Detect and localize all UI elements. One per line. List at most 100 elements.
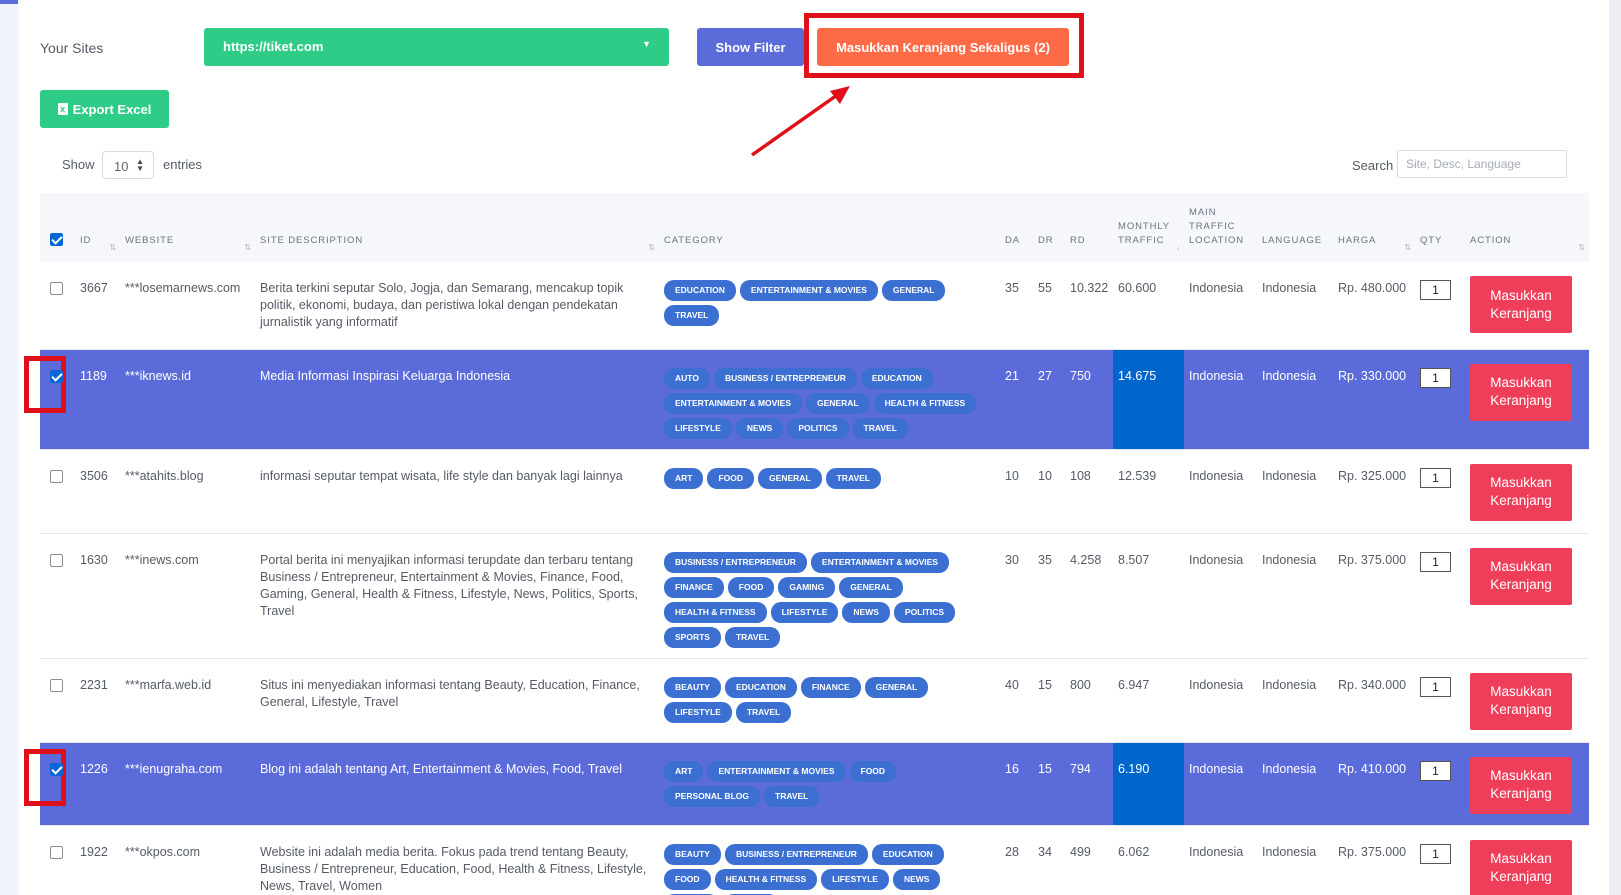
row-select-cell[interactable] bbox=[24, 349, 75, 449]
cell-rd: 800 bbox=[1070, 677, 1091, 692]
row-checkbox[interactable] bbox=[50, 469, 63, 483]
cell-traffic-location: Indonesia bbox=[1189, 368, 1244, 383]
column-header-traffic-location[interactable]: MAIN TRAFFIC LOCATION bbox=[1184, 193, 1257, 262]
column-header-harga[interactable]: HARGA ⇅ bbox=[1333, 193, 1415, 262]
cell-id: 1630 bbox=[80, 552, 108, 567]
row-checkbox[interactable] bbox=[50, 282, 63, 295]
table-row[interactable]: 3506 ***atahits.blog informasi seputar tem… bbox=[40, 449, 1589, 533]
category-tag: FOOD bbox=[707, 467, 755, 489]
entries-label: entries bbox=[163, 157, 203, 172]
category-tag: NEWS bbox=[735, 417, 784, 439]
cell-monthly-traffic: 8.507 bbox=[1118, 552, 1150, 567]
category-tag: LIFESTYLE bbox=[770, 601, 839, 623]
category-tag: ENTERTAINMENT & MOVIES bbox=[739, 280, 878, 301]
cell-website: ***inews.com bbox=[125, 552, 199, 567]
row-checkbox[interactable] bbox=[50, 845, 63, 859]
row-select-cell[interactable] bbox=[40, 533, 75, 658]
table-row[interactable]: 1189 ***iknews.id Media Informasi Inspiras… bbox=[24, 349, 1589, 449]
export-excel-button[interactable]: x Export Excel bbox=[40, 90, 169, 128]
category-tag: TRAVEL bbox=[825, 467, 881, 489]
cell-description: informasi seputar tempat wisata, life st… bbox=[260, 468, 623, 483]
cell-traffic-location: Indonesia bbox=[1189, 677, 1244, 692]
row-select-cell[interactable] bbox=[40, 825, 75, 895]
category-tag: BUSINESS / ENTREPRENEUR bbox=[713, 367, 857, 389]
cell-dr: 35 bbox=[1038, 552, 1052, 567]
cell-rd: 794 bbox=[1070, 761, 1091, 776]
category-tag: GENERAL bbox=[806, 392, 870, 414]
column-header-website[interactable]: WEBSITE ⇅ bbox=[120, 193, 255, 262]
cell-website: ***ienugraha.com bbox=[125, 761, 223, 776]
column-header-description[interactable]: SITE DESCRIPTION ⇅ bbox=[255, 193, 659, 262]
cell-website: ***marfa.web.id bbox=[125, 677, 212, 692]
cell-traffic-location: Indonesia bbox=[1189, 761, 1244, 776]
category-tag: GENERAL bbox=[881, 280, 946, 301]
sort-icon: ↓ bbox=[1176, 243, 1181, 252]
add-to-cart-button[interactable]: Masukkan Keranjang bbox=[1470, 363, 1572, 421]
row-checkbox[interactable] bbox=[50, 678, 63, 692]
category-tag: EDUCATION bbox=[724, 676, 797, 698]
qty-input[interactable]: 1 bbox=[1420, 843, 1451, 864]
cell-website: ***okpos.com bbox=[125, 844, 201, 859]
qty-input[interactable]: 1 bbox=[1420, 367, 1451, 388]
add-to-cart-button[interactable]: Masukkan Keranjang bbox=[1470, 276, 1572, 333]
column-header-rd[interactable]: RD bbox=[1065, 193, 1113, 262]
column-header-monthly-traffic[interactable]: MONTHLY TRAFFIC ↓ bbox=[1113, 193, 1184, 262]
row-select-cell[interactable] bbox=[40, 658, 75, 742]
table-row[interactable]: 1226 ***ienugraha.com Blog ini adalah tent… bbox=[24, 742, 1589, 825]
cell-traffic-location: Indonesia bbox=[1189, 552, 1244, 567]
add-to-cart-button[interactable]: Masukkan Keranjang bbox=[1470, 756, 1572, 814]
qty-input[interactable]: 1 bbox=[1420, 280, 1451, 300]
row-select-cell[interactable] bbox=[24, 742, 75, 825]
row-checkbox[interactable] bbox=[50, 553, 63, 567]
cell-action: Masukkan Keranjang bbox=[1465, 742, 1589, 825]
cell-dr: 10 bbox=[1038, 468, 1052, 483]
entries-per-page-value: 10 bbox=[114, 159, 129, 174]
search-input[interactable] bbox=[1397, 150, 1567, 178]
bulk-add-to-cart-button[interactable]: Masukkan Keranjang Sekaligus (2) bbox=[817, 28, 1069, 66]
row-select-cell[interactable] bbox=[40, 449, 75, 533]
category-tag: TRAVEL bbox=[764, 785, 820, 807]
category-tag: HEALTH & FITNESS bbox=[664, 601, 767, 623]
table-row[interactable]: 1922 ***okpos.com Website ini adalah media… bbox=[40, 825, 1589, 895]
add-to-cart-button[interactable]: Masukkan Keranjang bbox=[1470, 547, 1572, 605]
qty-input[interactable]: 1 bbox=[1420, 551, 1451, 572]
table-row[interactable]: 2231 ***marfa.web.id Situs ini menyediakan… bbox=[40, 658, 1589, 742]
qty-input[interactable]: 1 bbox=[1420, 467, 1451, 488]
show-filter-button[interactable]: Show Filter bbox=[697, 28, 804, 66]
column-header-category[interactable]: CATEGORY bbox=[659, 193, 1000, 262]
table-row[interactable]: 1630 ***inews.com Portal berita ini menyaj… bbox=[40, 533, 1589, 658]
category-tag: GENERAL bbox=[758, 467, 822, 489]
chevron-down-icon: ▼ bbox=[642, 39, 651, 49]
row-checkbox[interactable] bbox=[50, 762, 63, 776]
cell-monthly-traffic: 12.539 bbox=[1118, 468, 1157, 483]
column-header-da[interactable]: DA bbox=[1000, 193, 1033, 262]
add-to-cart-button[interactable]: Masukkan Keranjang bbox=[1470, 839, 1572, 895]
row-select-cell[interactable] bbox=[40, 262, 75, 349]
entries-per-page-select[interactable]: 10 ▲ ▼ bbox=[102, 151, 154, 179]
excel-file-icon: x bbox=[57, 103, 68, 115]
row-checkbox[interactable] bbox=[50, 369, 63, 383]
site-select[interactable]: https://tiket.com ▼ bbox=[204, 28, 669, 66]
column-header-id[interactable]: ID ⇅ bbox=[75, 193, 120, 262]
qty-input[interactable]: 1 bbox=[1420, 760, 1451, 781]
table-row[interactable]: 3667 ***losemarnews.com Berita terkini sep… bbox=[40, 262, 1589, 349]
cell-qty: 1 bbox=[1415, 658, 1465, 742]
select-all-checkbox[interactable] bbox=[50, 233, 63, 246]
add-to-cart-button[interactable]: Masukkan Keranjang bbox=[1470, 672, 1572, 730]
page-scrollbar[interactable] bbox=[1609, 0, 1621, 895]
cell-website: ***losemarnews.com bbox=[125, 281, 241, 295]
cell-language: Indonesia bbox=[1262, 552, 1317, 567]
category-tag: SPORTS bbox=[664, 626, 721, 648]
column-header-dr[interactable]: DR bbox=[1033, 193, 1065, 262]
cell-qty: 1 bbox=[1415, 825, 1465, 895]
cell-qty: 1 bbox=[1415, 449, 1465, 533]
cell-language: Indonesia bbox=[1262, 368, 1317, 383]
category-tag: BUSINESS / ENTREPRENEUR bbox=[664, 551, 807, 573]
qty-input[interactable]: 1 bbox=[1420, 676, 1451, 697]
cell-dr: 34 bbox=[1038, 844, 1052, 859]
add-to-cart-button[interactable]: Masukkan Keranjang bbox=[1470, 463, 1572, 521]
select-all-header[interactable] bbox=[40, 193, 75, 262]
cell-monthly-traffic: 6.062 bbox=[1118, 844, 1150, 859]
column-header-language[interactable]: LANGUAGE bbox=[1257, 193, 1333, 262]
category-tag: ENTERTAINMENT & MOVIES bbox=[810, 551, 949, 573]
